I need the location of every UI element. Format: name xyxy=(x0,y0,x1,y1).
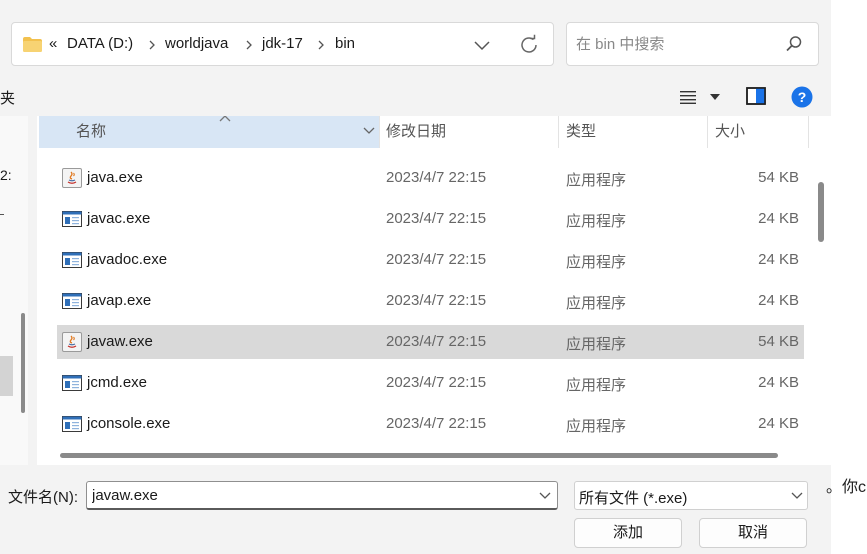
refresh-icon[interactable] xyxy=(518,34,540,56)
chevron-right-icon[interactable] xyxy=(318,40,325,50)
file-size: 24 KB xyxy=(758,251,799,268)
file-row[interactable]: javaw.exe 2023/4/7 22:15 应用程序 54 KB xyxy=(57,325,804,359)
file-type: 应用程序 xyxy=(566,295,627,312)
file-row[interactable]: javac.exe 2023/4/7 22:15 应用程序 24 KB xyxy=(57,202,804,236)
file-modified-date: 2023/4/7 22:15 xyxy=(386,169,487,186)
file-list-pane[interactable]: 名称 修改日期 类型 大小 java.exe 2023/4/7 22:15 应用程序… xyxy=(37,116,831,465)
file-row[interactable]: jcmd.exe 2023/4/7 22:15 应用程序 24 KB xyxy=(57,366,804,400)
file-name: jcmd.exe xyxy=(87,374,148,391)
executable-icon xyxy=(62,209,82,229)
chevron-down-icon[interactable] xyxy=(539,492,551,500)
file-row[interactable]: javap.exe 2023/4/7 22:15 应用程序 24 KB xyxy=(57,284,804,318)
breadcrumb-bin[interactable]: bin xyxy=(335,35,355,52)
view-menu-icon[interactable] xyxy=(680,90,696,104)
background-window xyxy=(831,0,867,554)
horizontal-scrollbar[interactable] xyxy=(60,453,778,458)
caret-down-icon[interactable] xyxy=(710,94,720,100)
file-modified-date: 2023/4/7 22:15 xyxy=(386,251,487,268)
filename-combobox[interactable] xyxy=(86,481,558,510)
file-type: 应用程序 xyxy=(566,377,627,394)
file-size: 24 KB xyxy=(758,210,799,227)
chevron-down-icon[interactable] xyxy=(472,35,492,55)
java-app-icon xyxy=(62,168,82,188)
file-name: java.exe xyxy=(87,169,143,186)
column-divider[interactable] xyxy=(558,116,559,148)
filetype-dropdown[interactable]: 所有文件 (*.exe) xyxy=(574,481,808,510)
breadcrumb-jdk17[interactable]: jdk-17 xyxy=(262,35,303,52)
chevron-down-icon[interactable] xyxy=(791,492,803,500)
file-name: jconsole.exe xyxy=(87,415,171,432)
address-bar[interactable]: « DATA (D:) worldjava jdk-17 bin xyxy=(11,22,554,66)
column-divider[interactable] xyxy=(379,116,380,148)
executable-icon xyxy=(62,291,82,311)
file-name: javaw.exe xyxy=(87,333,153,350)
file-size: 54 KB xyxy=(758,169,799,186)
file-row[interactable]: jconsole.exe 2023/4/7 22:15 应用程序 24 KB xyxy=(57,407,804,441)
folder-icon xyxy=(23,37,42,52)
open-button[interactable]: 添加 xyxy=(574,518,682,548)
column-header-date[interactable]: 修改日期 xyxy=(386,116,446,148)
toolbar-cut-label[interactable]: 夹 xyxy=(0,87,15,108)
help-icon[interactable]: ? xyxy=(791,86,813,108)
nav-scrollbar[interactable] xyxy=(21,313,25,413)
file-modified-date: 2023/4/7 22:15 xyxy=(386,292,487,309)
vertical-scrollbar[interactable] xyxy=(818,182,824,242)
nav-item-selected[interactable] xyxy=(0,356,13,396)
file-type: 应用程序 xyxy=(566,418,627,435)
nav-divider xyxy=(0,214,4,215)
breadcrumb-worldjava[interactable]: worldjava xyxy=(165,35,228,52)
file-name: javadoc.exe xyxy=(87,251,168,268)
breadcrumb-drive[interactable]: DATA (D:) xyxy=(67,35,133,52)
file-modified-date: 2023/4/7 22:15 xyxy=(386,333,487,350)
executable-icon xyxy=(62,373,82,393)
file-size: 24 KB xyxy=(758,374,799,391)
svg-text:?: ? xyxy=(798,89,807,105)
search-icon[interactable] xyxy=(785,35,803,53)
file-type: 应用程序 xyxy=(566,254,627,271)
file-open-dialog: « DATA (D:) worldjava jdk-17 bin 夹 xyxy=(0,0,831,554)
file-row[interactable]: javadoc.exe 2023/4/7 22:15 应用程序 24 KB xyxy=(57,243,804,277)
file-size: 24 KB xyxy=(758,415,799,432)
column-header-size[interactable]: 大小 xyxy=(715,116,745,148)
file-name: javap.exe xyxy=(87,292,152,309)
background-window-text: 。你c xyxy=(826,479,867,496)
column-header-name[interactable]: 名称 xyxy=(39,116,379,148)
chevron-down-icon[interactable] xyxy=(363,127,375,135)
file-type: 应用程序 xyxy=(566,336,627,353)
column-header-type[interactable]: 类型 xyxy=(566,116,596,148)
chevron-right-icon[interactable] xyxy=(246,40,253,50)
filetype-selected-value: 所有文件 (*.exe) xyxy=(579,490,688,507)
breadcrumb-overflow[interactable]: « xyxy=(49,35,57,52)
sort-ascending-icon xyxy=(219,116,231,122)
search-input[interactable] xyxy=(576,33,776,55)
chevron-right-icon[interactable] xyxy=(149,40,156,50)
cancel-button[interactable]: 取消 xyxy=(699,518,807,548)
column-divider[interactable] xyxy=(808,116,809,148)
filename-label: 文件名(N): xyxy=(8,489,78,506)
column-divider[interactable] xyxy=(707,116,708,148)
file-type: 应用程序 xyxy=(566,172,627,189)
executable-icon xyxy=(62,414,82,434)
nav-item-cut-label[interactable]: 2: xyxy=(0,167,12,183)
filename-input[interactable] xyxy=(92,485,522,505)
file-row[interactable]: java.exe 2023/4/7 22:15 应用程序 54 KB xyxy=(57,161,804,195)
file-size: 54 KB xyxy=(758,333,799,350)
file-modified-date: 2023/4/7 22:15 xyxy=(386,374,487,391)
java-app-icon xyxy=(62,332,82,352)
executable-icon xyxy=(62,250,82,270)
file-size: 24 KB xyxy=(758,292,799,309)
file-modified-date: 2023/4/7 22:15 xyxy=(386,415,487,432)
search-box[interactable] xyxy=(566,22,819,66)
preview-pane-icon[interactable] xyxy=(746,87,766,105)
file-type: 应用程序 xyxy=(566,213,627,230)
file-name: javac.exe xyxy=(87,210,151,227)
file-modified-date: 2023/4/7 22:15 xyxy=(386,210,487,227)
column-name-label: 名称 xyxy=(76,123,107,140)
